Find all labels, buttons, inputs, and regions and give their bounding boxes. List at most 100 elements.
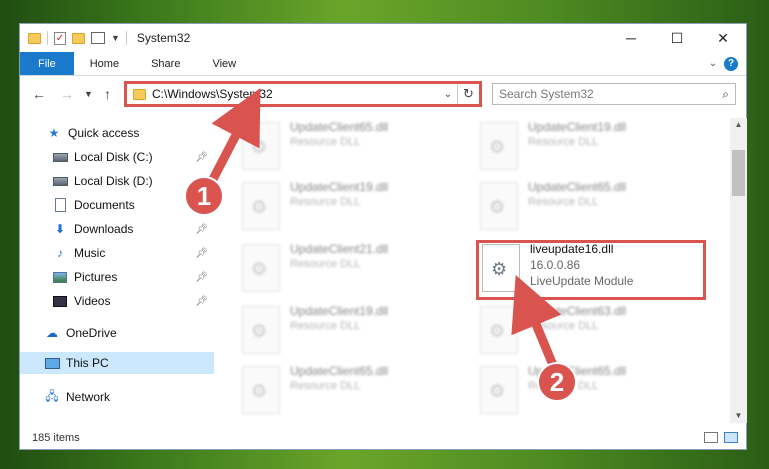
dll-file-icon: [242, 244, 280, 292]
scroll-up-icon[interactable]: ▲: [730, 118, 747, 132]
file-name: UpdateClient65.dll: [290, 120, 389, 134]
qat-dropdown-icon[interactable]: ▼: [111, 33, 120, 43]
file-item[interactable]: UpdateClient65.dll Resource DLL: [242, 364, 472, 422]
download-icon: ⬇: [54, 222, 66, 236]
new-folder-icon[interactable]: [72, 32, 85, 44]
file-type: Resource DLL: [528, 320, 599, 332]
minimize-button[interactable]: ─: [608, 24, 654, 52]
scroll-down-icon[interactable]: ▼: [730, 409, 747, 423]
details-view-icon[interactable]: [704, 432, 718, 443]
address-bar[interactable]: C:\Windows\System32 ⌄ ↻: [126, 83, 480, 105]
file-item[interactable]: UpdateClient19.dll Resource DLL: [480, 120, 710, 178]
file-item[interactable]: UpdateClient21.dll Resource DLL: [242, 242, 472, 300]
step-badge-2: 2: [537, 362, 577, 402]
dll-file-icon: [242, 122, 280, 170]
properties-check-icon[interactable]: ✓: [54, 31, 66, 45]
file-highlight-box: [476, 240, 706, 300]
ribbon-spacer: [252, 52, 702, 75]
file-item[interactable]: UpdateClient19.dll Resource DLL: [242, 180, 472, 238]
file-item[interactable]: UpdateClient65.dll Resource DLL: [242, 120, 472, 178]
address-path[interactable]: C:\Windows\System32: [152, 87, 439, 101]
expand-ribbon-icon[interactable]: ⌄: [702, 52, 724, 75]
tab-file[interactable]: File: [20, 52, 74, 75]
refresh-icon[interactable]: ↻: [457, 84, 479, 104]
file-type: Resource DLL: [528, 136, 599, 148]
status-bar: 185 items: [20, 426, 746, 450]
sidebar-item-this-pc[interactable]: This PC: [20, 352, 214, 374]
quick-access-toolbar: ✓ ▼: [20, 31, 127, 45]
pin-icon[interactable]: 📌︎: [195, 272, 208, 283]
dll-file-icon: [242, 182, 280, 230]
tab-share[interactable]: Share: [135, 52, 196, 75]
search-icon[interactable]: ⌕: [722, 87, 729, 102]
navigation-bar: ← → ▼ ↑ C:\Windows\System32 ⌄ ↻ ⌕: [20, 76, 746, 112]
sidebar-item-label: Quick access: [68, 126, 140, 140]
pin-icon[interactable]: 📌︎: [195, 224, 208, 235]
pin-icon[interactable]: 📌︎: [195, 248, 208, 259]
dll-file-icon: [480, 182, 518, 230]
drive-icon: [52, 174, 68, 188]
sidebar-item-pictures[interactable]: Pictures 📌︎: [20, 266, 214, 288]
sidebar-item-label: Local Disk (C:): [74, 150, 153, 164]
file-type: Resource DLL: [528, 196, 599, 208]
picture-icon: [52, 270, 68, 284]
navigation-pane: ★ Quick access Local Disk (C:) 📌︎ Local …: [20, 118, 214, 418]
sidebar-item-label: Network: [66, 390, 111, 404]
back-arrow-icon[interactable]: ←: [32, 86, 46, 102]
tab-view[interactable]: View: [196, 52, 252, 75]
dll-file-icon: [480, 122, 518, 170]
video-icon: [52, 294, 68, 308]
help-icon[interactable]: ?: [724, 56, 738, 71]
star-icon: ★: [48, 126, 60, 140]
explorer-window: ✓ ▼ System32 ─ ☐ ✕ File Home Share View …: [19, 23, 747, 450]
sidebar-item-label: Pictures: [74, 270, 118, 284]
sidebar-item-local-disk-c[interactable]: Local Disk (C:) 📌︎: [20, 146, 214, 168]
search-input[interactable]: [499, 87, 723, 101]
file-item[interactable]: UpdateClient19.dll Resource DLL: [242, 304, 472, 362]
sidebar-item-music[interactable]: ♪ Music 📌︎: [20, 242, 214, 264]
file-name: UpdateClient65.dll: [290, 364, 389, 378]
file-item[interactable]: UpdateClient63.dll Resource DLL: [480, 304, 710, 362]
sidebar-item-quick-access[interactable]: ★ Quick access: [20, 122, 214, 144]
drive-icon: [52, 150, 68, 164]
file-type: Resource DLL: [290, 380, 361, 392]
music-icon: ♪: [57, 246, 63, 260]
sidebar-item-label: Videos: [74, 294, 111, 308]
vertical-scrollbar[interactable]: ▲ ▼: [730, 118, 747, 423]
file-item[interactable]: UpdateClient65.dll Resource DLL: [480, 364, 710, 422]
maximize-button[interactable]: ☐: [654, 24, 700, 52]
large-icons-view-icon[interactable]: [724, 432, 738, 443]
sidebar-item-downloads[interactable]: ⬇ Downloads 📌︎: [20, 218, 214, 240]
computer-icon: [44, 356, 60, 370]
forward-arrow-icon[interactable]: →: [60, 86, 74, 102]
pin-icon[interactable]: 📌︎: [195, 152, 208, 163]
file-item[interactable]: UpdateClient65.dll Resource DLL: [480, 180, 710, 238]
close-button[interactable]: ✕: [700, 24, 746, 52]
window-title: System32: [136, 31, 191, 45]
scroll-thumb[interactable]: [732, 150, 745, 196]
dll-file-icon: [480, 306, 518, 354]
up-arrow-icon[interactable]: ↑: [104, 86, 111, 102]
step-badge-1: 1: [184, 176, 224, 216]
dll-file-icon: [480, 366, 518, 414]
search-box[interactable]: ⌕: [492, 83, 736, 105]
file-type: Resource DLL: [290, 258, 361, 270]
dll-file-icon: [242, 366, 280, 414]
window-controls: ─ ☐ ✕: [608, 24, 746, 52]
tab-home[interactable]: Home: [74, 52, 135, 75]
dll-file-icon: [242, 306, 280, 354]
document-icon: [52, 198, 68, 212]
sidebar-item-network[interactable]: 🖧︎ Network: [20, 386, 214, 408]
address-dropdown-icon[interactable]: ⌄: [439, 89, 457, 100]
sidebar-item-videos[interactable]: Videos 📌︎: [20, 290, 214, 312]
recent-locations-icon[interactable]: ▼: [84, 89, 93, 99]
file-name: UpdateClient19.dll: [528, 120, 627, 134]
folder-icon: [133, 88, 146, 100]
file-name: UpdateClient21.dll: [290, 242, 389, 256]
sidebar-item-label: Downloads: [74, 222, 134, 236]
file-name: UpdateClient19.dll: [290, 180, 389, 194]
sidebar-item-onedrive[interactable]: ☁ OneDrive: [20, 322, 214, 344]
pin-icon[interactable]: 📌︎: [195, 296, 208, 307]
customize-toolbar-icon[interactable]: [91, 32, 105, 44]
folder-icon[interactable]: [28, 32, 41, 44]
